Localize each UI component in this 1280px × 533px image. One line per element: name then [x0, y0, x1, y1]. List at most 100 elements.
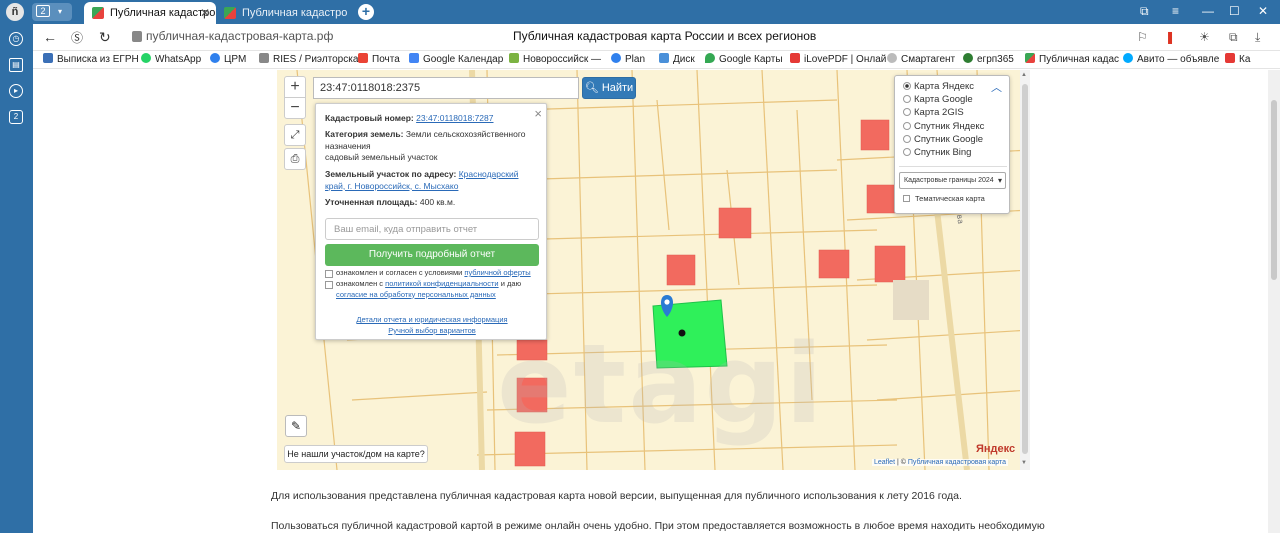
bookmark-item[interactable]: Почта	[358, 53, 400, 65]
chevron-down-icon: ▾	[58, 7, 63, 16]
bookmarks-panel-icon[interactable]: ⧉	[1140, 4, 1149, 19]
scrollbar-thumb[interactable]	[1022, 84, 1028, 454]
get-report-button[interactable]: Получить подробный отчет	[325, 244, 539, 266]
maximize-icon[interactable]: ☐	[1229, 4, 1240, 18]
radio[interactable]	[903, 108, 911, 116]
radio-selected[interactable]	[903, 82, 911, 90]
leaflet-link[interactable]: Leaflet	[874, 459, 895, 466]
print-icon[interactable]: ⎙	[284, 148, 306, 170]
check-icon	[963, 53, 973, 63]
bookmark-item[interactable]: Google Календар	[409, 53, 503, 65]
layer-option-2gis-map[interactable]: Карта 2GIS	[903, 106, 964, 119]
tab-active[interactable]: Публичная кадастрова ✕	[84, 2, 216, 24]
profile-avatar[interactable]: ñ	[6, 3, 24, 21]
radio[interactable]	[903, 122, 911, 130]
bookmark-icon	[509, 53, 519, 63]
play-icon[interactable]: ▸	[9, 84, 23, 98]
bookmark-item[interactable]: Смартагент	[887, 53, 955, 65]
layer-option-bing-sat[interactable]: Спутник Bing	[903, 146, 971, 159]
scroll-down-icon[interactable]: ▼	[1021, 460, 1027, 466]
bookmark-item[interactable]: WhatsApp	[141, 53, 201, 65]
privacy-checkbox[interactable]	[325, 281, 333, 289]
pencil-icon[interactable]: ✎	[285, 415, 307, 437]
page-scrollbar[interactable]	[1268, 70, 1280, 533]
bookmark-item[interactable]: iLovePDF | Онлай	[790, 53, 886, 65]
offer-checkbox[interactable]	[325, 270, 333, 278]
new-tab-button[interactable]: +	[358, 4, 374, 20]
yandex-logo: Яндекс	[976, 443, 1016, 455]
site-info-icon[interactable]: Ⓢ	[71, 29, 83, 46]
layer-option-yandex-map[interactable]: Карта Яндекс	[903, 80, 974, 93]
bookmark-item[interactable]: ЦРМ	[210, 53, 246, 65]
offer-link[interactable]: публичной оферты	[464, 268, 530, 277]
notes-icon[interactable]: ▤	[9, 58, 23, 72]
bookmark-item[interactable]: Публичная кадас	[1025, 53, 1119, 65]
address-bar: ← Ⓢ ↻ публичная-кадастровая-карта.рф Пуб…	[33, 24, 1280, 51]
bookmark-item[interactable]: Диск	[659, 53, 695, 65]
search-icon: 🔍︎	[584, 82, 602, 94]
consent-link[interactable]: согласие на обработку персональных данны…	[336, 290, 496, 299]
bookmark-icon	[1225, 53, 1235, 63]
map-favicon-icon	[224, 7, 236, 19]
bookmark-item[interactable]: Выписка из ЕГРН	[43, 53, 139, 65]
scrollbar-thumb[interactable]	[1271, 100, 1277, 280]
layer-option-yandex-sat[interactable]: Спутник Яндекс	[903, 120, 984, 133]
bookmark-item[interactable]: Авито — объявле	[1123, 53, 1219, 65]
divider	[899, 166, 1007, 167]
radio[interactable]	[903, 135, 911, 143]
bookmark-icon	[611, 53, 621, 63]
fullscreen-icon[interactable]: ⤢	[284, 124, 306, 146]
privacy-link[interactable]: политикой конфиденциальности	[385, 279, 498, 288]
profile-switcher[interactable]: 2 ▾	[32, 3, 72, 21]
thematic-checkbox[interactable]	[903, 195, 910, 202]
bookmark-item[interactable]: егрп365	[963, 53, 1014, 65]
not-found-button[interactable]: Не нашли участок/дом на карте?	[284, 445, 428, 463]
offer-label: ознакомлен и согласен с условиями публич…	[336, 268, 531, 277]
attribution-link[interactable]: Публичная кадастровая карта	[908, 459, 1006, 466]
reader-icon[interactable]: ⧉	[1229, 30, 1238, 45]
back-icon[interactable]: ←	[43, 29, 57, 45]
menu-icon[interactable]: ≡	[1172, 4, 1179, 18]
radio[interactable]	[903, 148, 911, 156]
history-icon[interactable]: ◷	[9, 32, 23, 46]
tab-inactive[interactable]: Публичная кадастрован	[216, 2, 348, 24]
translate-icon[interactable]: ⚐	[1137, 30, 1148, 44]
minimize-icon[interactable]: —	[1202, 4, 1214, 18]
lock-icon	[132, 31, 142, 42]
bookmark-item[interactable]: Ка	[1225, 53, 1250, 65]
bookmark-item[interactable]: RIES / Риэлторска	[259, 53, 358, 65]
search-button[interactable]: 🔍︎ Найти	[582, 77, 636, 99]
bookmark-icon[interactable]: ❚	[1165, 30, 1175, 44]
weather-icon[interactable]: ☀	[1199, 30, 1210, 44]
scroll-up-icon[interactable]: ▲	[1021, 72, 1027, 78]
details-link[interactable]: Детали отчета и юридическая информация	[356, 315, 507, 324]
zoom-out-button[interactable]: −	[284, 97, 306, 119]
manual-select-link[interactable]: Ручной выбор вариантов	[388, 326, 476, 335]
bookmark-item[interactable]: Plan	[611, 53, 645, 65]
tab-label: Публичная кадастрован	[242, 7, 348, 19]
close-tab-icon[interactable]: ✕	[200, 2, 210, 24]
boundaries-select[interactable]: Кадастровые границы 2024 ▾	[899, 172, 1006, 189]
workspace-2-icon[interactable]: 2	[9, 110, 23, 124]
map-favicon-icon	[92, 7, 104, 19]
cadastral-search-input[interactable]	[313, 77, 579, 99]
map-scrollbar[interactable]: ▲ ▼	[1020, 70, 1030, 470]
radio[interactable]	[903, 95, 911, 103]
thematic-map-toggle[interactable]: Тематическая карта	[903, 194, 985, 203]
downloads-icon[interactable]: ⤓	[1255, 30, 1260, 45]
privacy-label: ознакомлен с политикой конфиденциальност…	[336, 279, 522, 299]
zoom-in-button[interactable]: +	[284, 76, 306, 98]
layer-option-google-sat[interactable]: Спутник Google	[903, 133, 983, 146]
cadastral-number-row: Кадастровый номер: 23:47:0118018:7287	[325, 113, 494, 123]
chevron-up-icon[interactable]: ︿	[991, 79, 1002, 95]
close-window-icon[interactable]: ✕	[1258, 4, 1268, 18]
layer-option-google-map[interactable]: Карта Google	[903, 93, 973, 106]
reload-icon[interactable]: ↻	[99, 29, 111, 46]
bookmark-item[interactable]: Новороссийск —	[509, 53, 601, 65]
map-pin-icon	[705, 53, 715, 63]
url-field[interactable]: публичная-кадастровая-карта.рф	[146, 29, 333, 43]
email-field[interactable]: Ваш email, куда отправить отчет	[325, 218, 539, 240]
whatsapp-icon	[141, 53, 151, 63]
cadastral-number-link[interactable]: 23:47:0118018:7287	[416, 113, 493, 123]
bookmark-item[interactable]: Google Карты	[705, 53, 783, 65]
